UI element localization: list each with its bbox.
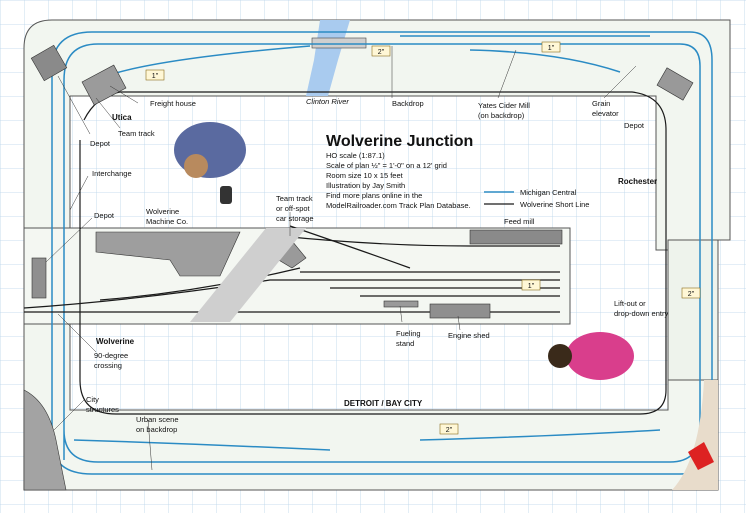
label-urban-scene-2: on backdrop bbox=[136, 425, 177, 434]
grade-label-6: 2" bbox=[446, 427, 453, 434]
label-utica: Utica bbox=[112, 113, 132, 122]
label-interchange: Interchange bbox=[92, 169, 132, 178]
label-urban-scene-1: Urban scene bbox=[136, 415, 179, 424]
label-grain-elevator-1: Grain bbox=[592, 99, 610, 108]
label-team-track-offspot-2: or off-spot bbox=[276, 204, 311, 213]
label-freight-house: Freight house bbox=[150, 99, 196, 108]
label-rochester: Rochester bbox=[618, 177, 657, 186]
label-backdrop: Backdrop bbox=[392, 99, 424, 108]
label-city-structures-2: structures bbox=[86, 405, 119, 414]
grade-label-1: 1" bbox=[152, 73, 159, 80]
label-engine-shed: Engine shed bbox=[448, 331, 490, 340]
grade-label-5: 2" bbox=[688, 291, 695, 298]
legend-label-wolverine-short-line: Wolverine Short Line bbox=[520, 200, 589, 209]
label-detroit: DETROIT / BAY CITY bbox=[344, 399, 423, 408]
grade-label-2: 2" bbox=[378, 49, 385, 56]
label-yates-1: Yates Cider Mill bbox=[478, 101, 530, 110]
label-wolverine-machine-1: Wolverine bbox=[146, 207, 179, 216]
label-crossing-2: crossing bbox=[94, 361, 122, 370]
grade-label-3: 1" bbox=[548, 45, 555, 52]
liftout-section bbox=[667, 239, 719, 381]
feed-mill bbox=[469, 229, 563, 245]
label-liftout-1: Lift-out or bbox=[614, 299, 646, 308]
label-team-track-offspot-1: Team track bbox=[276, 194, 313, 203]
find-more-2: ModelRailroader.com Track Plan Database. bbox=[326, 201, 471, 210]
label-wolverine: Wolverine bbox=[96, 337, 135, 346]
engine-shed bbox=[429, 303, 491, 319]
find-more-1: Find more plans online in the bbox=[326, 191, 422, 200]
grade-label-4: 1" bbox=[528, 283, 535, 290]
label-depot-wolverine: Depot bbox=[94, 211, 115, 220]
label-clinton-river: Clinton River bbox=[306, 97, 349, 106]
info-line-1: HO scale (1:87.1) bbox=[326, 151, 385, 160]
label-city-structures-1: City bbox=[86, 395, 99, 404]
info-line-3: Room size 10 x 15 feet bbox=[326, 171, 404, 180]
label-liftout-2: drop-down entry bbox=[614, 309, 668, 318]
info-line-2: Scale of plan ½" = 1'-0" on a 12' grid bbox=[326, 161, 447, 170]
label-feed-mill: Feed mill bbox=[504, 217, 535, 226]
label-fueling-stand-1: Fueling bbox=[396, 329, 421, 338]
label-depot-rochester: Depot bbox=[624, 121, 645, 130]
plan-title: Wolverine Junction bbox=[326, 133, 473, 150]
bridge bbox=[311, 37, 367, 49]
track-plan-diagram: 1" 2" 1" 1" 2" 2" Utica Freight house Te… bbox=[0, 0, 746, 513]
label-fueling-stand-2: stand bbox=[396, 339, 414, 348]
legend-label-michigan-central: Michigan Central bbox=[520, 188, 577, 197]
label-yates-2: (on backdrop) bbox=[478, 111, 525, 120]
label-wolverine-machine-2: Machine Co. bbox=[146, 217, 188, 226]
label-team-track-offspot-3: car storage bbox=[276, 214, 314, 223]
fueling-stand bbox=[383, 300, 419, 308]
wolverine-depot bbox=[31, 257, 47, 299]
label-team-track: Team track bbox=[118, 129, 155, 138]
label-depot-utica: Depot bbox=[90, 139, 111, 148]
label-grain-elevator-2: elevator bbox=[592, 109, 619, 118]
info-line-4: Illustration by Jay Smith bbox=[326, 181, 405, 190]
label-crossing-1: 90-degree bbox=[94, 351, 128, 360]
